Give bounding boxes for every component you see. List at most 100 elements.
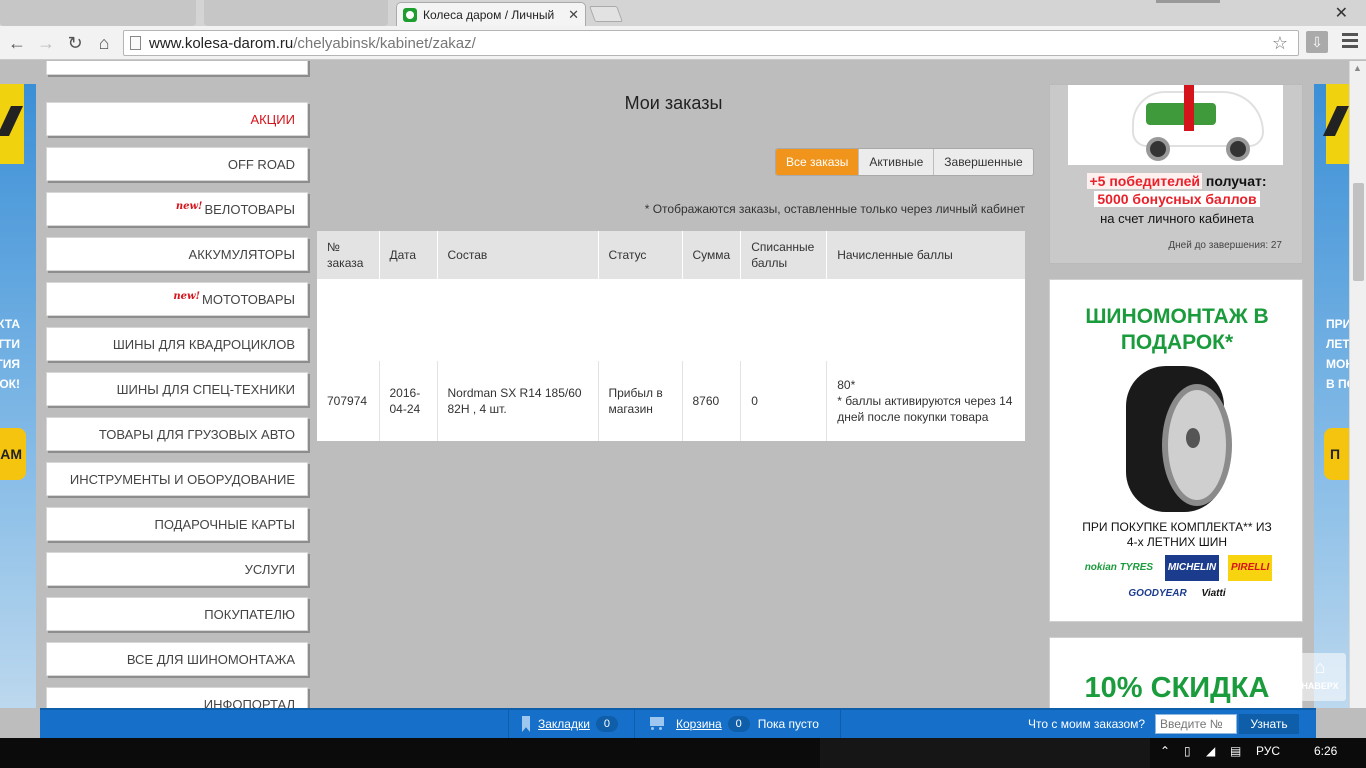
menu-item-batteries[interactable]: АККУМУЛЯТОРЫ: [46, 237, 308, 271]
inactive-tab[interactable]: [0, 0, 196, 26]
cart-label: Корзина: [676, 717, 722, 731]
tray-chevron-up-icon[interactable]: ⌃: [1160, 744, 1170, 758]
left-banner-line: ОК!: [0, 377, 20, 391]
right-banner-button[interactable]: П: [1324, 428, 1349, 480]
menu-item-tools[interactable]: ИНСТРУМЕНТЫ И ОБОРУДОВАНИЕ: [46, 462, 308, 496]
menu-item-gift-cards[interactable]: ПОДАРОЧНЫЕ КАРТЫ: [46, 507, 308, 541]
left-banner-line: ТИЯ: [0, 357, 20, 371]
table-row[interactable]: 707974 2016-04-24 Nordman SX R14 185/60 …: [317, 361, 1025, 441]
menu-item-customer[interactable]: ПОКУПАТЕЛЮ: [46, 597, 308, 631]
banner-logo-icon: [0, 84, 24, 164]
orders-note: * Отображаются заказы, оставленные тольк…: [644, 202, 1025, 216]
scrollbar-thumb[interactable]: [1353, 183, 1364, 281]
cell-order-number: 707974: [317, 361, 379, 441]
active-tab[interactable]: Колеса даром / Личный ✕: [396, 2, 586, 26]
tray-notification-icon[interactable]: ▤: [1230, 744, 1241, 758]
tray-clock[interactable]: 6:26: [1314, 744, 1337, 758]
left-side-banner[interactable]: КТА АТТИ ТИЯ ОК! АМ: [0, 84, 36, 708]
order-number-input[interactable]: [1155, 714, 1237, 734]
brand-pirelli-logo: PIRELLI: [1227, 555, 1273, 581]
cell-contents: Nordman SX R14 185/60 82H , 4 шт.: [436, 361, 598, 441]
filter-completed[interactable]: Завершенные: [933, 149, 1032, 175]
page-icon: [130, 36, 141, 50]
filter-active[interactable]: Активные: [858, 149, 933, 175]
tray-network-icon[interactable]: ◢: [1206, 744, 1215, 758]
right-banner-text: ПРИ ЛЕТ МОН В ПО: [1326, 314, 1349, 394]
promo-winners-get: получат:: [1205, 173, 1267, 189]
menu-item-truck-goods[interactable]: ТОВАРЫ ДЛЯ ГРУЗОВЫХ АВТО: [46, 417, 308, 451]
right-side-banner[interactable]: ПРИ ЛЕТ МОН В ПО П: [1314, 84, 1349, 708]
download-icon[interactable]: ⇩: [1306, 31, 1328, 53]
cell-points-earned: 80* * баллы активируются через 14 дней п…: [826, 361, 1025, 441]
promo-days-left: Дней до завершения: 27: [1168, 240, 1282, 251]
order-status-label: Что с моим заказом?: [1028, 717, 1146, 731]
forward-icon[interactable]: →: [35, 32, 57, 54]
col-contents: Состав: [436, 231, 598, 279]
tab-title: Колеса даром / Личный: [423, 7, 555, 22]
site-bottom-bar: Закладки 0 Корзина 0 Пока пусто Что с мо…: [40, 708, 1316, 738]
menu-item-label: УСЛУГИ: [244, 561, 295, 577]
menu-item-label: OFF ROAD: [227, 156, 295, 172]
col-status: Статус: [597, 231, 682, 279]
brand-viatti-logo: Viatti: [1201, 588, 1226, 599]
menu-item-special-tires[interactable]: ШИНЫ ДЛЯ СПЕЦ-ТЕХНИКИ: [46, 372, 308, 406]
menu-item-bicycles[interactable]: new! ВЕЛОТОВАРЫ: [46, 192, 308, 226]
reload-icon[interactable]: ↻: [64, 32, 86, 54]
menu-item-atv-tires[interactable]: ШИНЫ ДЛЯ КВАДРОЦИКЛОВ: [46, 327, 308, 361]
menu-item-infoportal[interactable]: ИНФОПОРТАЛ: [46, 687, 308, 708]
scroll-to-top-button[interactable]: ⌂ НАВЕРХ: [1294, 653, 1346, 701]
browser-menu-icon[interactable]: [1342, 33, 1358, 51]
order-filter: Все заказы Активные Завершенные: [775, 148, 1034, 176]
profile-indicator[interactable]: [1156, 0, 1220, 3]
menu-item-off-road[interactable]: OFF ROAD: [46, 147, 308, 181]
promo-points-text: 5000 бонусных баллов: [1094, 191, 1260, 207]
left-banner-text: КТА АТТИ ТИЯ ОК!: [0, 314, 20, 394]
cell-points-spent: 0: [740, 361, 827, 441]
menu-item-label: ШИНЫ ДЛЯ КВАДРОЦИКЛОВ: [112, 336, 295, 352]
order-check-button[interactable]: Узнать: [1239, 714, 1299, 734]
home-icon[interactable]: ⌂: [93, 32, 115, 54]
divider: [508, 710, 509, 738]
menu-item-tire-fitting[interactable]: ВСЕ ДЛЯ ШИНОМОНТАЖА: [46, 642, 308, 676]
discount-headline: 10% СКИДКА: [1084, 672, 1270, 704]
menu-item-label: АККУМУЛЯТОРЫ: [188, 246, 295, 262]
window-close-icon[interactable]: ✕: [1335, 3, 1348, 23]
bonus-promo-banner[interactable]: +5 победителей получат: 5000 бонусных ба…: [1049, 84, 1303, 264]
tire-fitting-promo-banner[interactable]: ШИНОМОНТАЖ В ПОДАРОК* ПРИ ПОКУПКЕ КОМПЛЕ…: [1049, 279, 1303, 622]
page-title: Мои заказы: [624, 93, 723, 113]
menu-item-partial[interactable]: [46, 61, 308, 75]
menu-item-label: ПОКУПАТЕЛЮ: [204, 606, 295, 622]
tray-usb-icon[interactable]: ▯: [1184, 744, 1191, 758]
cart-link[interactable]: Корзина 0 Пока пусто: [648, 710, 819, 738]
inactive-tab[interactable]: [204, 0, 388, 26]
divider: [840, 710, 841, 738]
page-scrollbar[interactable]: ▲: [1349, 61, 1366, 708]
new-badge: new!: [173, 290, 201, 302]
bookmark-star-icon[interactable]: ☆: [1272, 33, 1288, 54]
menu-item-promos[interactable]: АКЦИИ: [46, 102, 308, 136]
menu-item-label: АКЦИИ: [250, 111, 295, 127]
menu-item-label: ШИНЫ ДЛЯ СПЕЦ-ТЕХНИКИ: [116, 381, 295, 397]
col-order-number: № заказа: [317, 231, 379, 279]
promo-points-line: 5000 бонусных баллов: [1050, 191, 1302, 207]
filter-all-orders[interactable]: Все заказы: [776, 149, 859, 175]
bookmarks-link[interactable]: Закладки 0: [522, 710, 618, 738]
tab-close-icon[interactable]: ✕: [568, 7, 579, 23]
bookmark-icon: [522, 716, 530, 732]
scroll-to-top-label: НАВЕРХ: [1301, 681, 1339, 691]
tray-language[interactable]: РУС: [1256, 744, 1280, 758]
menu-item-label: МОТОТОВАРЫ: [202, 291, 295, 307]
back-icon[interactable]: ←: [6, 32, 28, 54]
cell-sum: 8760: [681, 361, 741, 441]
menu-item-label: ВЕЛОТОВАРЫ: [204, 201, 295, 217]
address-bar[interactable]: www.kolesa-darom.ru /chelyabinsk/kabinet…: [123, 30, 1299, 56]
bookmarks-count: 0: [595, 716, 618, 732]
left-banner-button[interactable]: АМ: [0, 428, 26, 480]
menu-item-services[interactable]: УСЛУГИ: [46, 552, 308, 586]
orders-table: № заказа Дата Состав Статус Сумма Списан…: [317, 231, 1025, 441]
scroll-up-arrow-icon[interactable]: ▲: [1353, 63, 1362, 73]
brand-logos: nokian TYRES MICHELIN PIRELLI GOODYEAR V…: [1050, 555, 1302, 607]
menu-item-moto[interactable]: new! МОТОТОВАРЫ: [46, 282, 308, 316]
discount-promo-banner[interactable]: 10% СКИДКА: [1049, 637, 1303, 708]
new-tab-button[interactable]: [589, 6, 623, 22]
